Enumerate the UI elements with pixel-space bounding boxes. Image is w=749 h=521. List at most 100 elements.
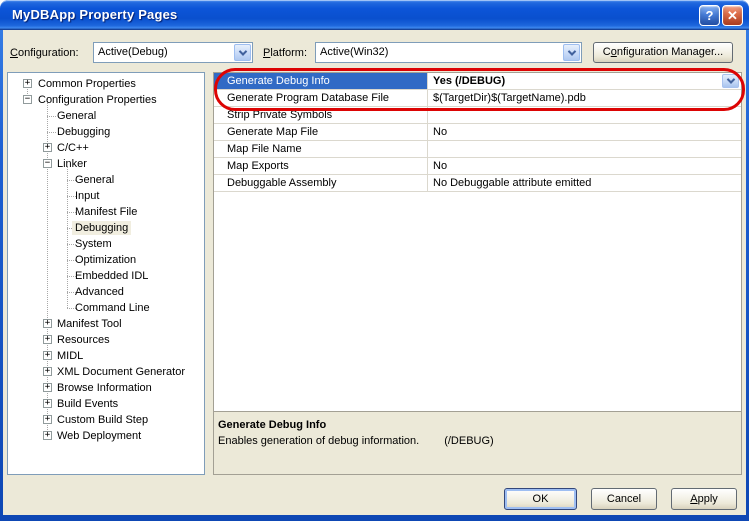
tree-item-configuration-properties[interactable]: −Configuration Properties <box>8 92 204 108</box>
tree-item-label: General <box>72 173 117 187</box>
help-icon[interactable]: ? <box>699 5 720 26</box>
tree-item-manifest-file[interactable]: Manifest File <box>8 204 204 220</box>
tree-item-label: Build Events <box>54 397 121 411</box>
tree-item-label: Web Deployment <box>54 429 144 443</box>
property-description: Generate Debug Info Enables generation o… <box>214 411 741 474</box>
expand-icon[interactable]: + <box>43 143 52 152</box>
description-title: Generate Debug Info <box>218 419 737 431</box>
tree-item-label: Input <box>72 189 102 203</box>
description-flag: (/DEBUG) <box>444 435 494 447</box>
platform-label: Platform: <box>263 46 307 60</box>
tree-item-browse-information[interactable]: +Browse Information <box>8 380 204 396</box>
expand-icon[interactable]: + <box>43 319 52 328</box>
tree-item-label: Manifest Tool <box>54 317 125 331</box>
close-icon[interactable]: ✕ <box>722 5 743 26</box>
category-tree[interactable]: +Common Properties−Configuration Propert… <box>7 72 205 475</box>
tree-item-build-events[interactable]: +Build Events <box>8 396 204 412</box>
property-label[interactable]: Map Exports <box>214 158 428 174</box>
tree-item-label: Linker <box>54 157 90 171</box>
tree-item-label: C/C++ <box>54 141 92 155</box>
tree-item-label: Debugging <box>72 221 131 235</box>
tree-item-general[interactable]: General <box>8 172 204 188</box>
expand-icon[interactable]: + <box>43 335 52 344</box>
tree-item-command-line[interactable]: Command Line <box>8 300 204 316</box>
tree-item-optimization[interactable]: Optimization <box>8 252 204 268</box>
tree-item-linker[interactable]: −Linker <box>8 156 204 172</box>
tree-item-debugging[interactable]: Debugging <box>8 220 204 236</box>
collapse-icon[interactable]: − <box>23 95 32 104</box>
tree-item-label: General <box>54 109 99 123</box>
property-value[interactable]: No <box>429 158 741 174</box>
tree-item-label: Configuration Properties <box>35 93 160 107</box>
tree-item-web-deployment[interactable]: +Web Deployment <box>8 428 204 444</box>
configuration-select[interactable]: Active(Debug) <box>93 42 253 63</box>
property-label[interactable]: Generate Map File <box>214 124 428 140</box>
apply-button[interactable]: Apply <box>671 488 737 510</box>
close-glyph: ✕ <box>727 8 738 24</box>
tree-item-label: Resources <box>54 333 113 347</box>
tree-item-custom-build-step[interactable]: +Custom Build Step <box>8 412 204 428</box>
property-value[interactable]: No Debuggable attribute emitted <box>429 175 741 191</box>
property-grid-panel: Generate Debug InfoYes (/DEBUG)Generate … <box>213 72 742 475</box>
property-value[interactable] <box>429 141 741 157</box>
property-pages-dialog: MyDBApp Property Pages ? ✕ Configuration… <box>0 0 749 521</box>
tree-item-embedded-idl[interactable]: Embedded IDL <box>8 268 204 284</box>
configuration-value: Active(Debug) <box>98 46 168 58</box>
tree-item-label: Advanced <box>72 285 127 299</box>
expand-icon[interactable]: + <box>23 79 32 88</box>
cancel-button[interactable]: Cancel <box>591 488 657 510</box>
tree-item-label: Command Line <box>72 301 153 315</box>
help-glyph: ? <box>706 8 714 23</box>
property-label[interactable]: Strip Private Symbols <box>214 107 428 123</box>
tree-item-general[interactable]: General <box>8 108 204 124</box>
property-label[interactable]: Debuggable Assembly <box>214 175 428 191</box>
tree-item-c-c[interactable]: +C/C++ <box>8 140 204 156</box>
collapse-icon[interactable]: − <box>43 159 52 168</box>
property-value[interactable]: Yes (/DEBUG) <box>429 73 741 89</box>
property-value[interactable] <box>429 107 741 123</box>
tree-item-debugging[interactable]: Debugging <box>8 124 204 140</box>
tree-item-system[interactable]: System <box>8 236 204 252</box>
expand-icon[interactable]: + <box>43 351 52 360</box>
property-row: Map File Name <box>214 141 741 158</box>
property-label[interactable]: Map File Name <box>214 141 428 157</box>
tree-item-label: XML Document Generator <box>54 365 188 379</box>
titlebar[interactable]: MyDBApp Property Pages ? ✕ <box>0 0 749 30</box>
description-text: Enables generation of debug information.… <box>218 435 737 447</box>
chevron-down-icon[interactable] <box>722 74 739 88</box>
expand-icon[interactable]: + <box>43 399 52 408</box>
expand-icon[interactable]: + <box>43 383 52 392</box>
chevron-down-icon[interactable] <box>234 44 251 61</box>
platform-value: Active(Win32) <box>320 46 388 58</box>
tree-item-resources[interactable]: +Resources <box>8 332 204 348</box>
tree-item-advanced[interactable]: Advanced <box>8 284 204 300</box>
tree-item-input[interactable]: Input <box>8 188 204 204</box>
property-label[interactable]: Generate Debug Info <box>214 73 428 89</box>
chevron-down-icon[interactable] <box>563 44 580 61</box>
configuration-manager-button[interactable]: Configuration Manager... <box>593 42 733 63</box>
expand-icon[interactable]: + <box>43 415 52 424</box>
tree-item-manifest-tool[interactable]: +Manifest Tool <box>8 316 204 332</box>
tree-item-label: System <box>72 237 115 251</box>
tree-item-label: Embedded IDL <box>72 269 151 283</box>
expand-icon[interactable]: + <box>43 431 52 440</box>
tree-item-midl[interactable]: +MIDL <box>8 348 204 364</box>
tree-item-xml-document-generator[interactable]: +XML Document Generator <box>8 364 204 380</box>
property-row: Strip Private Symbols <box>214 107 741 124</box>
tree-item-label: Debugging <box>54 125 113 139</box>
property-row: Debuggable AssemblyNo Debuggable attribu… <box>214 175 741 192</box>
property-label[interactable]: Generate Program Database File <box>214 90 428 106</box>
tree-item-label: Manifest File <box>72 205 140 219</box>
property-row: Generate Debug InfoYes (/DEBUG) <box>214 73 741 90</box>
property-value[interactable]: No <box>429 124 741 140</box>
tree-item-label: MIDL <box>54 349 86 363</box>
window-title: MyDBApp Property Pages <box>12 7 178 22</box>
tree-item-common-properties[interactable]: +Common Properties <box>8 76 204 92</box>
platform-select[interactable]: Active(Win32) <box>315 42 582 63</box>
tree-item-label: Optimization <box>72 253 139 267</box>
ok-button[interactable]: OK <box>504 488 577 510</box>
tree-item-label: Common Properties <box>35 77 139 91</box>
expand-icon[interactable]: + <box>43 367 52 376</box>
property-row: Map ExportsNo <box>214 158 741 175</box>
property-value[interactable]: $(TargetDir)$(TargetName).pdb <box>429 90 741 106</box>
